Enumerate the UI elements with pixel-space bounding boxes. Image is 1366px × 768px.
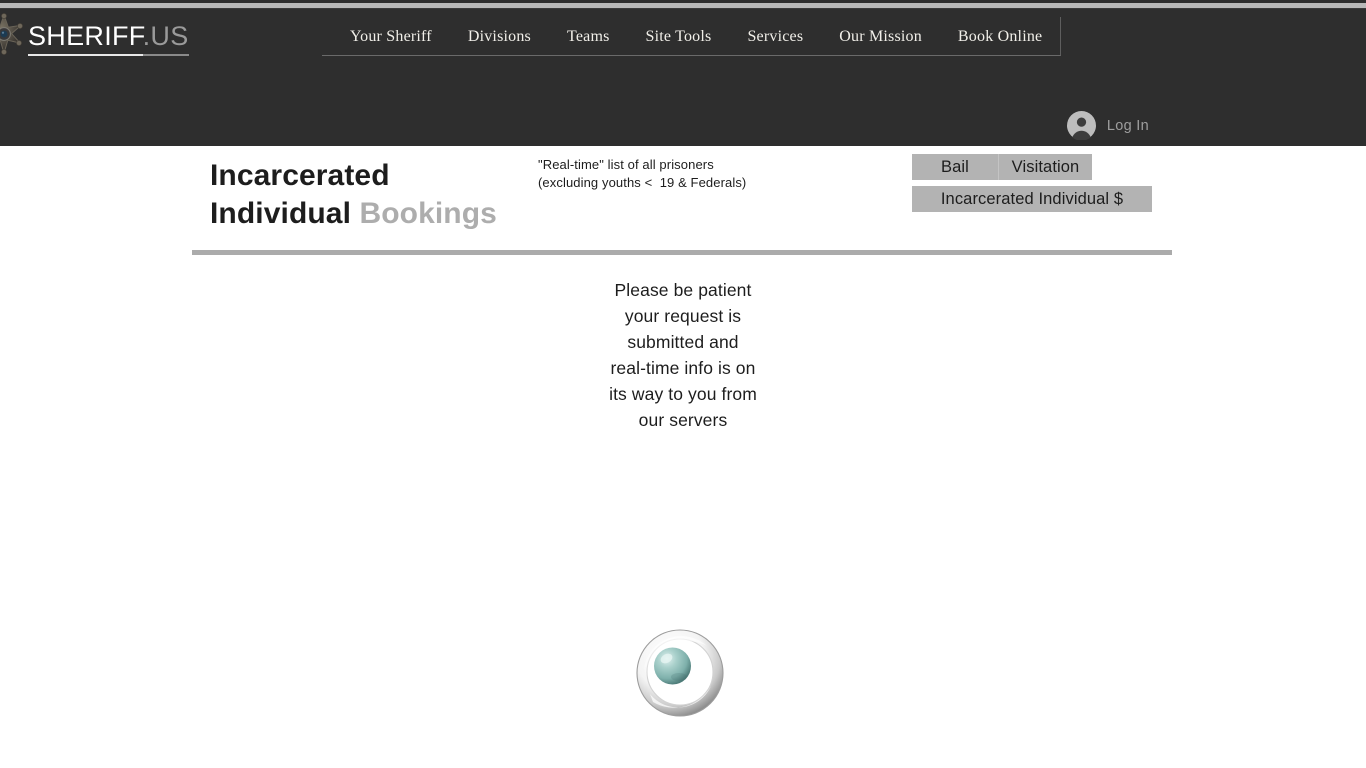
nav-item-divisions[interactable]: Divisions [450, 17, 549, 56]
incarcerated-individual-funds-button[interactable]: Incarcerated Individual $ [912, 186, 1152, 212]
user-avatar-icon [1067, 111, 1096, 140]
visitation-button[interactable]: Visitation [998, 154, 1092, 180]
main-navigation: Your Sheriff Divisions Teams Site Tools … [322, 17, 1061, 56]
sheriff-star-badge-icon [0, 13, 28, 61]
loading-message: Please be patient your request is submit… [558, 277, 808, 433]
browser-chrome-strip [0, 0, 1366, 9]
loading-spinner-orb-icon [635, 628, 725, 718]
page-title-secondary: Bookings [359, 197, 496, 230]
site-header: SHERIFF.US Your Sheriff Divisions Teams … [0, 9, 1366, 146]
bail-button[interactable]: Bail [912, 154, 998, 180]
site-logo[interactable]: SHERIFF.US [0, 13, 189, 61]
nav-item-services[interactable]: Services [729, 17, 821, 56]
login-label: Log In [1107, 118, 1149, 134]
logo-wordmark: SHERIFF.US [28, 23, 189, 52]
nav-item-book-online[interactable]: Book Online [940, 17, 1060, 56]
nav-item-your-sheriff[interactable]: Your Sheriff [332, 17, 450, 56]
action-button-group: Bail Visitation Incarcerated Individual … [912, 154, 1162, 212]
page-title: Incarcerated Individual Bookings [210, 157, 530, 233]
nav-item-site-tools[interactable]: Site Tools [628, 17, 730, 56]
action-button-row-top: Bail Visitation [912, 154, 1162, 180]
nav-item-our-mission[interactable]: Our Mission [821, 17, 940, 56]
section-divider [192, 250, 1172, 255]
page-subtitle: "Real-time" list of all prisoners (exclu… [538, 156, 746, 192]
page-body: Incarcerated Individual Bookings "Real-t… [0, 146, 1366, 768]
nav-item-teams[interactable]: Teams [549, 17, 628, 56]
logo-text-main: SHERIFF [28, 21, 143, 56]
login-button[interactable]: Log In [1067, 111, 1149, 140]
logo-text-tld: .US [143, 21, 189, 56]
